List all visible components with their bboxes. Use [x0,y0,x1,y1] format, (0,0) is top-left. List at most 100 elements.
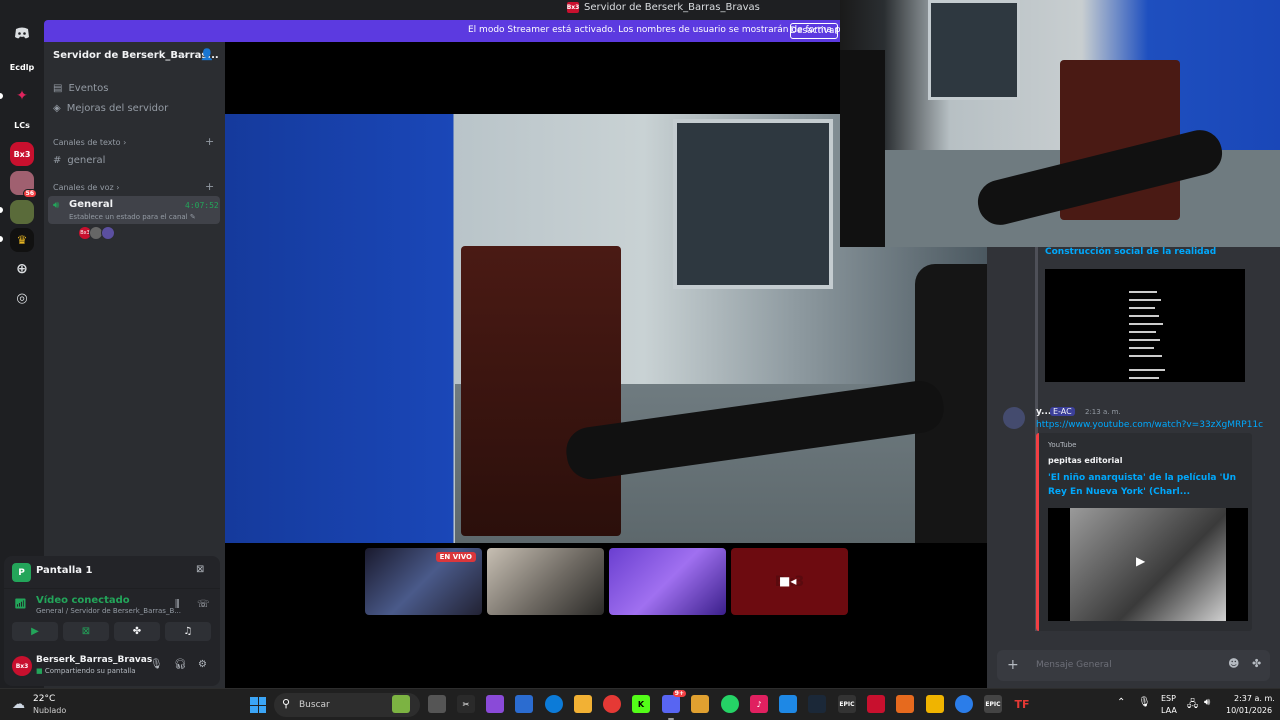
text-category[interactable]: Canales de texto › [53,138,126,147]
microphone-icon[interactable]: 🎙︎ [150,659,163,670]
headphones-icon[interactable]: 🎧︎ [174,659,187,670]
epic-games-icon[interactable]: EPIC [838,695,856,713]
noise-suppression-icon[interactable]: ⫼ [175,599,180,610]
attach-icon[interactable]: + [1007,657,1019,673]
taskbar: ☁ 22°C Nublado ⚲ Buscar ✂ K 9+ ♪ EPIC EP… [0,688,1280,720]
unread-indicator [0,207,3,213]
app-red-icon[interactable] [867,695,885,713]
voice-category[interactable]: Canales de voz › [53,183,119,192]
channel-status-input[interactable]: Establece un estado para el canal ✎ [69,213,196,221]
user-status: ■ Compartiendo su pantalla [36,667,136,675]
cam-mirror [928,0,1020,100]
brave-icon[interactable] [691,695,709,713]
soundboard-button[interactable]: ♫ [165,622,211,641]
file-explorer-icon[interactable] [574,695,592,713]
add-text-channel-icon[interactable]: + [205,135,214,148]
discord-icon[interactable]: 9+ [662,690,686,713]
network-icon[interactable]: 🖧︎ [1187,697,1198,714]
keyboard-layout[interactable]: LAA [1161,706,1177,715]
widgets-icon[interactable] [392,695,410,713]
temperature[interactable]: 22°C [33,694,55,704]
voice-channel-general[interactable]: 🔊︎ General 4:07:52 Establece un estado p… [48,196,220,224]
emoji-icon[interactable]: ☻ [1228,657,1239,670]
camera-button[interactable]: ▶ [12,622,58,641]
cloud-icon[interactable]: ☁ [12,697,25,712]
server-star-icon[interactable]: ✦ [10,84,34,108]
add-voice-channel-icon[interactable]: + [205,180,214,193]
steam-icon[interactable] [808,695,826,713]
copilot-icon[interactable] [486,695,504,713]
store-icon[interactable] [515,695,533,713]
disable-streamer-mode-button[interactable]: Desactivar [790,23,838,39]
channel-general-text[interactable]: # general [53,155,105,166]
app-orange-icon[interactable] [896,695,914,713]
message-link[interactable]: https://www.youtube.com/watch?v=33zXgMRP… [1036,420,1263,430]
voice-location[interactable]: General / Servidor de Berserk_Barras_B..… [36,607,181,615]
user-name[interactable]: Berserk_Barras_Bravas [36,655,152,665]
invite-people-icon[interactable]: 👤 [200,48,214,61]
activities-button[interactable]: ✤ [114,622,160,641]
chrome-icon[interactable] [603,695,621,713]
chevron-up-icon[interactable]: ⌃ [1117,697,1125,708]
explore-icon[interactable]: ◎ [10,286,34,310]
voice-connected-label[interactable]: Vídeo conectado [36,595,130,606]
youtube-embed: YouTube pepitas editorial 'El niño anarq… [1036,433,1252,631]
participant-tile[interactable] [609,548,726,615]
boosts-link[interactable]: ◈ Mejoras del servidor [53,103,168,114]
embed-video-title[interactable]: 'El niño anarquista' de la película 'Un … [1048,471,1244,499]
server-crown-icon[interactable]: ♛ [10,228,34,252]
server-ecdlp[interactable]: Ecdlp [10,55,34,79]
message-input[interactable]: + Mensaje General ☻ ✤ [997,650,1270,681]
app-icon[interactable] [779,695,797,713]
snipping-tool-icon[interactable]: ✂ [457,695,475,713]
apps-icon[interactable]: ✤ [1252,657,1261,670]
tiktok-icon[interactable]: ♪ [750,695,768,713]
whatsapp-icon[interactable] [721,695,739,713]
video-thumbnail[interactable]: ▶ [1048,508,1248,621]
live-badge: EN VIVO [435,552,476,562]
signal-icon: 📶︎ [14,599,27,610]
events-link[interactable]: ▤ Eventos [53,83,108,94]
language-indicator[interactable]: ESP [1161,694,1176,703]
avatar[interactable] [1003,407,1025,429]
stop-stream-icon[interactable]: ⊠ [196,564,204,575]
avatar[interactable]: Bx3 [12,656,32,676]
kick-icon[interactable]: K [632,695,650,713]
volume-icon[interactable]: 🔊︎ [1204,697,1210,708]
server-avatar-icon[interactable]: 56 [10,171,37,198]
camera-icon: ■◂ [779,574,797,588]
disconnect-icon[interactable]: ☏ [197,599,210,610]
clock[interactable]: 2:37 a. m. [1234,694,1275,703]
participant-tile[interactable] [487,548,604,615]
server-header[interactable]: Servidor de Berserk_Barras... ⌄ 👤 [44,42,225,70]
speaker-icon: 🔊︎ [53,200,60,211]
start-button[interactable] [250,697,266,713]
edge-icon[interactable] [545,695,563,713]
server-tag[interactable]: E-AC [1050,407,1075,416]
server-landscape-icon[interactable] [10,200,34,224]
weather-condition[interactable]: Nublado [33,706,66,715]
gear-icon[interactable]: ⚙ [198,659,207,670]
embed-title-link[interactable]: Construcción social de la realidad [1045,247,1216,257]
embed-image[interactable] [1045,269,1245,382]
status-dot-icon: ■ [36,667,43,675]
embed-channel[interactable]: pepitas editorial [1048,456,1122,465]
server-bx3[interactable]: Bx3 [10,142,34,166]
app-tf-icon[interactable]: TF [1013,695,1031,713]
screen-share-button[interactable]: ⊠ [63,622,109,641]
microphone-icon[interactable]: 🎙︎ [1138,697,1151,708]
add-server-icon[interactable]: ⊕ [10,257,34,281]
app-blue-icon[interactable] [955,695,973,713]
date[interactable]: 10/01/2026 [1226,706,1272,715]
cam-chair [840,50,885,247]
epic-games-icon[interactable]: EPIC [984,695,1002,713]
server-lcs[interactable]: LCs [10,113,34,137]
participant-tile[interactable]: EN VIVO [365,548,482,615]
participant-tile[interactable]: Bx3 ■◂ [731,548,848,615]
app-yellow-icon[interactable] [926,695,944,713]
participant-avatar[interactable] [101,226,115,240]
discord-home-icon[interactable] [10,21,34,45]
activities-icon: ✤ [132,626,142,637]
play-icon[interactable]: ▶ [1136,554,1145,568]
task-view-icon[interactable] [428,695,446,713]
